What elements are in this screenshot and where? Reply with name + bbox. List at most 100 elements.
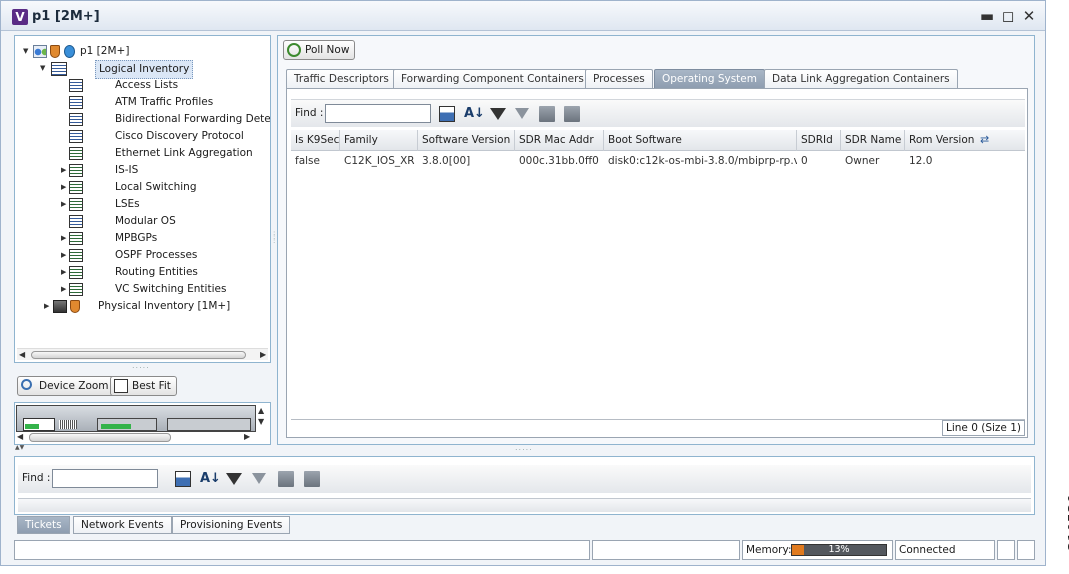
tab-tickets[interactable]: Tickets: [17, 516, 70, 534]
tree-node-label: Ethernet Link Aggregation: [115, 147, 253, 159]
tab-processes[interactable]: Processes: [585, 69, 653, 88]
column-header[interactable]: Family: [340, 130, 418, 151]
tree-node-child[interactable]: Access Lists: [61, 77, 270, 94]
scroll-left-icon[interactable]: ◀: [19, 349, 25, 361]
inventory-item-icon: [69, 232, 83, 245]
app-logo-icon: V: [12, 9, 28, 25]
tree-node-child[interactable]: Ethernet Link Aggregation: [61, 145, 270, 162]
tree-node-child[interactable]: ▶ LSEs: [61, 196, 270, 213]
collapse-arrow-icon[interactable]: ▶: [44, 298, 52, 315]
collapse-arrow-icon[interactable]: ▶: [61, 179, 69, 196]
table-header: Is K9Sec Family Software Version SDR Mac…: [291, 130, 1025, 151]
collapse-arrow-icon[interactable]: ▶: [61, 230, 69, 247]
tree-node-label: Modular OS: [115, 215, 176, 227]
column-header[interactable]: Is K9Sec: [291, 130, 340, 151]
tree-node-child[interactable]: ▶ Local Switching: [61, 179, 270, 196]
save-icon[interactable]: [439, 106, 455, 122]
column-chooser-icon[interactable]: ⇄: [980, 133, 989, 146]
tree-node-child[interactable]: ▶ MPBGPs: [61, 230, 270, 247]
inventory-item-icon: [69, 79, 83, 92]
device-overview[interactable]: ▲ ▼ ◀ ▶: [14, 402, 271, 445]
inventory-item-icon: [69, 181, 83, 194]
tree-node-child[interactable]: ▶ IS-IS: [61, 162, 270, 179]
column-header[interactable]: SDR Mac Addr: [515, 130, 604, 151]
clear-filter-icon[interactable]: [515, 108, 529, 119]
collapse-arrow-icon[interactable]: ▶: [61, 196, 69, 213]
inventory-item-icon: [69, 113, 83, 126]
vertical-splitter-handle[interactable]: :::: [273, 230, 277, 245]
scroll-right-icon[interactable]: ▶: [260, 349, 266, 361]
collapse-arrow-icon[interactable]: ▶: [61, 264, 69, 281]
tree-horizontal-scrollbar[interactable]: ◀ ▶: [17, 348, 268, 360]
table-cell: 0: [801, 155, 808, 167]
scroll-down-icon[interactable]: ▼: [258, 416, 264, 428]
tree-node-logical-inventory[interactable]: ▼ Logical Inventory: [40, 60, 260, 79]
tree-node-label: ATM Traffic Profiles: [115, 96, 214, 108]
find-toolbar: Find : A↓: [291, 99, 1025, 127]
filter-icon[interactable]: [490, 108, 506, 120]
best-fit-button[interactable]: Best Fit: [110, 376, 177, 396]
tree-node-child[interactable]: ▶ VC Switching Entities: [61, 281, 270, 298]
tree-node-child[interactable]: ATM Traffic Profiles: [61, 94, 270, 111]
memory-percent: 13%: [828, 544, 850, 555]
collapse-up-icon[interactable]: ▲▼: [15, 444, 24, 451]
poll-now-button[interactable]: Poll Now: [283, 40, 356, 60]
tree-node-label: Access Lists: [115, 79, 179, 91]
tab-network-events[interactable]: Network Events: [73, 516, 172, 534]
maximize-icon[interactable]: ◻: [999, 7, 1017, 25]
connection-status: Connected: [895, 540, 995, 560]
scroll-right-icon[interactable]: ▶: [244, 431, 250, 443]
tree-node-root[interactable]: ▼ p1 [2M+]: [23, 43, 263, 60]
tab-traffic-descriptors[interactable]: Traffic Descriptors: [286, 69, 397, 88]
overview-scroll-thumb[interactable]: [29, 433, 171, 442]
tab-operating-system[interactable]: Operating System: [654, 69, 765, 88]
tree-node-child[interactable]: Cisco Discovery Protocol: [61, 128, 270, 145]
tree-node-child[interactable]: ▶ Routing Entities: [61, 264, 270, 281]
export-icon[interactable]: [278, 471, 294, 487]
column-header[interactable]: SDR Name: [841, 130, 905, 151]
expand-arrow-icon[interactable]: ▼: [23, 43, 31, 60]
scroll-thumb[interactable]: [31, 351, 246, 359]
column-header[interactable]: SDRId: [797, 130, 841, 151]
tab-forwarding-component-containers[interactable]: Forwarding Component Containers: [393, 69, 592, 88]
export-all-icon[interactable]: [564, 106, 580, 122]
status-cell: [997, 540, 1015, 560]
inventory-item-icon: [69, 215, 83, 228]
tree-node-child[interactable]: Bidirectional Forwarding Detectio: [61, 111, 270, 128]
inventory-item-icon: [69, 96, 83, 109]
column-header[interactable]: Boot Software: [604, 130, 797, 151]
tree-node-child[interactable]: Modular OS: [61, 213, 270, 230]
network-element-icon: [33, 45, 47, 58]
events-find-input[interactable]: [52, 469, 158, 488]
table-row[interactable]: false C12K_IOS_XR 3.8.0[00] 000c.31bb.0f…: [291, 151, 1025, 171]
sort-icon[interactable]: A↓: [200, 471, 221, 487]
expand-arrow-icon[interactable]: ▼: [40, 60, 48, 77]
tree-node-physical-inventory[interactable]: ▶ Physical Inventory [1M+]: [40, 298, 260, 315]
export-all-icon[interactable]: [304, 471, 320, 487]
tree-node-child[interactable]: ▶ OSPF Processes: [61, 247, 270, 264]
find-input[interactable]: [325, 104, 431, 123]
column-header[interactable]: Software Version: [418, 130, 515, 151]
tab-data-link-aggregation-containers[interactable]: Data Link Aggregation Containers: [764, 69, 958, 88]
status-cell: [1017, 540, 1035, 560]
clear-filter-icon[interactable]: [252, 473, 266, 484]
close-icon[interactable]: ✕: [1020, 7, 1038, 25]
scroll-left-icon[interactable]: ◀: [17, 431, 23, 443]
device-zoom-button[interactable]: Device Zoom: [17, 376, 115, 396]
save-icon[interactable]: [175, 471, 191, 487]
collapse-arrow-icon[interactable]: ▶: [61, 247, 69, 264]
tab-provisioning-events[interactable]: Provisioning Events: [172, 516, 291, 534]
tree-node-label: Physical Inventory [1M+]: [98, 300, 231, 312]
window-title: p1 [2M+]: [32, 9, 100, 24]
splitter-handle[interactable]: .....: [132, 361, 150, 370]
horizontal-splitter-handle[interactable]: .....: [515, 443, 533, 452]
minimize-icon[interactable]: ▬: [978, 7, 996, 25]
status-bar: Memory: 13% Connected: [14, 540, 1035, 560]
filter-icon[interactable]: [226, 473, 242, 485]
sort-icon[interactable]: A↓: [464, 106, 485, 122]
collapse-arrow-icon[interactable]: ▶: [61, 281, 69, 298]
column-header[interactable]: Rom Version: [905, 130, 1025, 151]
collapse-arrow-icon[interactable]: ▶: [61, 162, 69, 179]
tree-node-label: p1 [2M+]: [80, 45, 130, 57]
export-icon[interactable]: [539, 106, 555, 122]
